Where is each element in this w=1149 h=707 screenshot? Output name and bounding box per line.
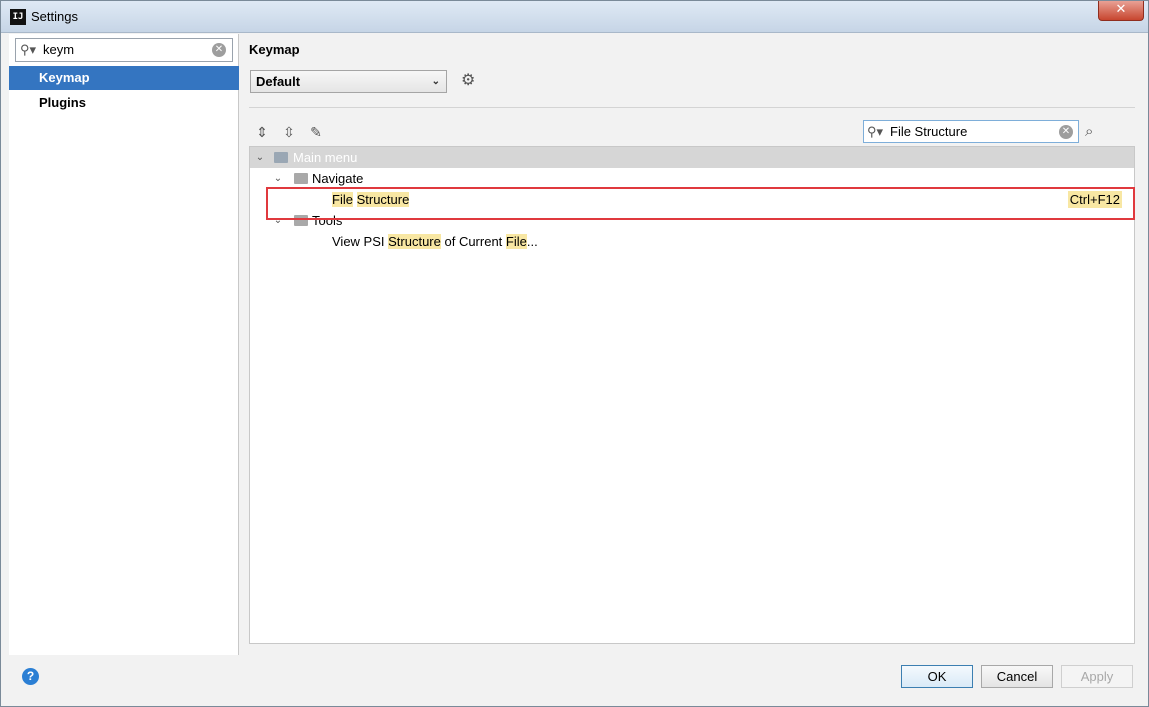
tree-row-file-structure[interactable]: File Structure Ctrl+F12 — [250, 189, 1134, 210]
menu-folder-icon — [274, 152, 288, 163]
divider — [249, 107, 1135, 108]
sidebar-item-keymap[interactable]: Keymap — [9, 66, 239, 90]
action-label-view-psi-structure: View PSI Structure of Current File... — [332, 234, 538, 249]
tree-label-main-menu: Main menu — [293, 150, 358, 165]
tree-row-navigate[interactable]: ⌄ Navigate — [250, 168, 1134, 189]
apply-button[interactable]: Apply — [1061, 665, 1133, 688]
collapse-all-icon[interactable]: ⇳ — [280, 123, 298, 141]
tree-label-tools: Tools — [312, 213, 343, 228]
match-highlight: Structure — [388, 234, 441, 249]
match-highlight: File — [505, 234, 527, 249]
settings-window: IJ Settings ✕ ⚲▾ keym ✕ Keymap Plugins K… — [0, 0, 1149, 707]
tree-row-main-menu[interactable]: ⌄ Main menu — [250, 147, 1134, 168]
chevron-down-icon[interactable]: ⌄ — [254, 147, 266, 168]
settings-search-field[interactable]: ⚲▾ keym ✕ — [15, 38, 233, 62]
help-icon[interactable]: ? — [22, 668, 39, 685]
chevron-down-icon: ⌄ — [431, 76, 440, 87]
expand-all-icon[interactable]: ⇕ — [253, 123, 271, 141]
search-icon[interactable]: ⚲▾ — [20, 42, 36, 58]
shortcut-badge: Ctrl+F12 — [1067, 191, 1122, 208]
chevron-down-icon[interactable]: ⌄ — [272, 168, 284, 189]
ok-button[interactable]: OK — [901, 665, 973, 688]
keymap-filter-value: File Structure — [890, 124, 968, 139]
gear-icon[interactable]: ⚙ — [461, 72, 479, 90]
page-title: Keymap — [249, 42, 300, 57]
folder-icon — [294, 215, 308, 226]
settings-search-value: keym — [43, 42, 75, 57]
title-bar[interactable]: IJ Settings ✕ — [1, 1, 1148, 33]
cancel-button[interactable]: Cancel — [981, 665, 1053, 688]
tree-row-view-psi-structure[interactable]: View PSI Structure of Current File... — [250, 231, 1134, 252]
clear-filter-icon[interactable]: ✕ — [1059, 125, 1073, 139]
settings-sidebar: ⚲▾ keym ✕ Keymap Plugins — [9, 34, 239, 655]
window-title: Settings — [31, 9, 78, 24]
folder-icon — [294, 173, 308, 184]
chevron-down-icon[interactable]: ⌄ — [272, 210, 284, 231]
tree-row-tools[interactable]: ⌄ Tools — [250, 210, 1134, 231]
keymap-scheme-value: Default — [256, 74, 301, 89]
match-highlight: Structure — [356, 192, 410, 207]
keymap-panel: Keymap Default ⌄ ⚙ ⇕ ⇳ ✎ ⚲▾ File Structu… — [239, 34, 1145, 655]
clear-search-icon[interactable]: ✕ — [212, 43, 226, 57]
keymap-action-tree: ⌄ Main menu ⌄ Navigate File Structure Ct… — [249, 146, 1135, 644]
tree-label-navigate: Navigate — [312, 171, 364, 186]
find-by-shortcut-icon[interactable]: ⌕ — [1085, 123, 1103, 141]
match-highlight: File — [332, 192, 353, 207]
search-icon[interactable]: ⚲▾ — [867, 124, 883, 140]
intellij-app-icon: IJ — [10, 9, 26, 25]
keymap-scheme-dropdown[interactable]: Default ⌄ — [250, 70, 447, 93]
action-label-file-structure: File Structure — [332, 189, 410, 210]
keymap-filter-input[interactable]: ⚲▾ File Structure ✕ — [863, 120, 1079, 143]
edit-icon[interactable]: ✎ — [307, 123, 325, 141]
close-window-button[interactable]: ✕ — [1098, 1, 1144, 21]
sidebar-item-plugins[interactable]: Plugins — [9, 91, 239, 115]
